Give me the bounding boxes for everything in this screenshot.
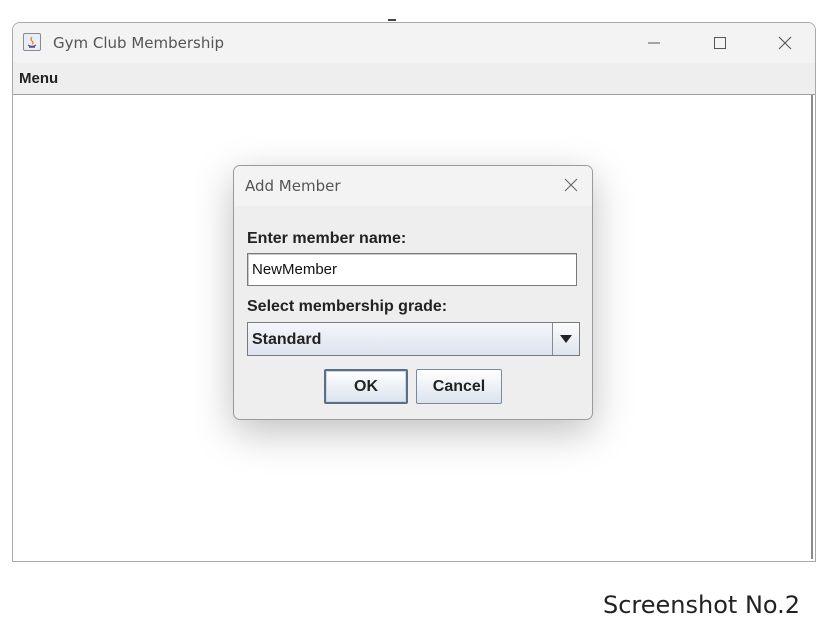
membership-grade-label: Select membership grade: bbox=[247, 298, 448, 315]
window-titlebar[interactable]: Gym Club Membership bbox=[13, 23, 815, 63]
maximize-button[interactable] bbox=[697, 29, 743, 57]
screenshot-caption: Screenshot No.2 bbox=[603, 591, 801, 619]
add-member-dialog: Add Member Enter member name: Select mem… bbox=[233, 165, 593, 420]
minimize-button[interactable] bbox=[631, 29, 677, 57]
ok-button[interactable]: OK bbox=[324, 369, 408, 404]
java-app-icon bbox=[23, 33, 41, 51]
membership-grade-value: Standard bbox=[252, 331, 322, 348]
window-title: Gym Club Membership bbox=[53, 34, 225, 52]
dialog-titlebar[interactable]: Add Member bbox=[234, 166, 592, 206]
dialog-title: Add Member bbox=[245, 177, 341, 195]
dropdown-arrow-button[interactable] bbox=[552, 323, 579, 355]
member-name-input[interactable] bbox=[247, 253, 577, 286]
close-icon bbox=[778, 36, 792, 50]
minimize-icon bbox=[648, 42, 660, 44]
menu-bar: Menu bbox=[13, 63, 815, 95]
member-name-label: Enter member name: bbox=[247, 230, 407, 247]
dialog-close-button[interactable] bbox=[562, 176, 580, 194]
window-close-button[interactable] bbox=[762, 29, 808, 57]
maximize-icon bbox=[714, 37, 726, 49]
close-icon bbox=[564, 178, 578, 192]
chevron-down-icon bbox=[560, 335, 572, 343]
menu-item-menu[interactable]: Menu bbox=[19, 70, 58, 87]
membership-grade-select[interactable]: Standard bbox=[247, 322, 580, 356]
cancel-button[interactable]: Cancel bbox=[416, 369, 502, 404]
top-edge-mark bbox=[388, 19, 396, 21]
